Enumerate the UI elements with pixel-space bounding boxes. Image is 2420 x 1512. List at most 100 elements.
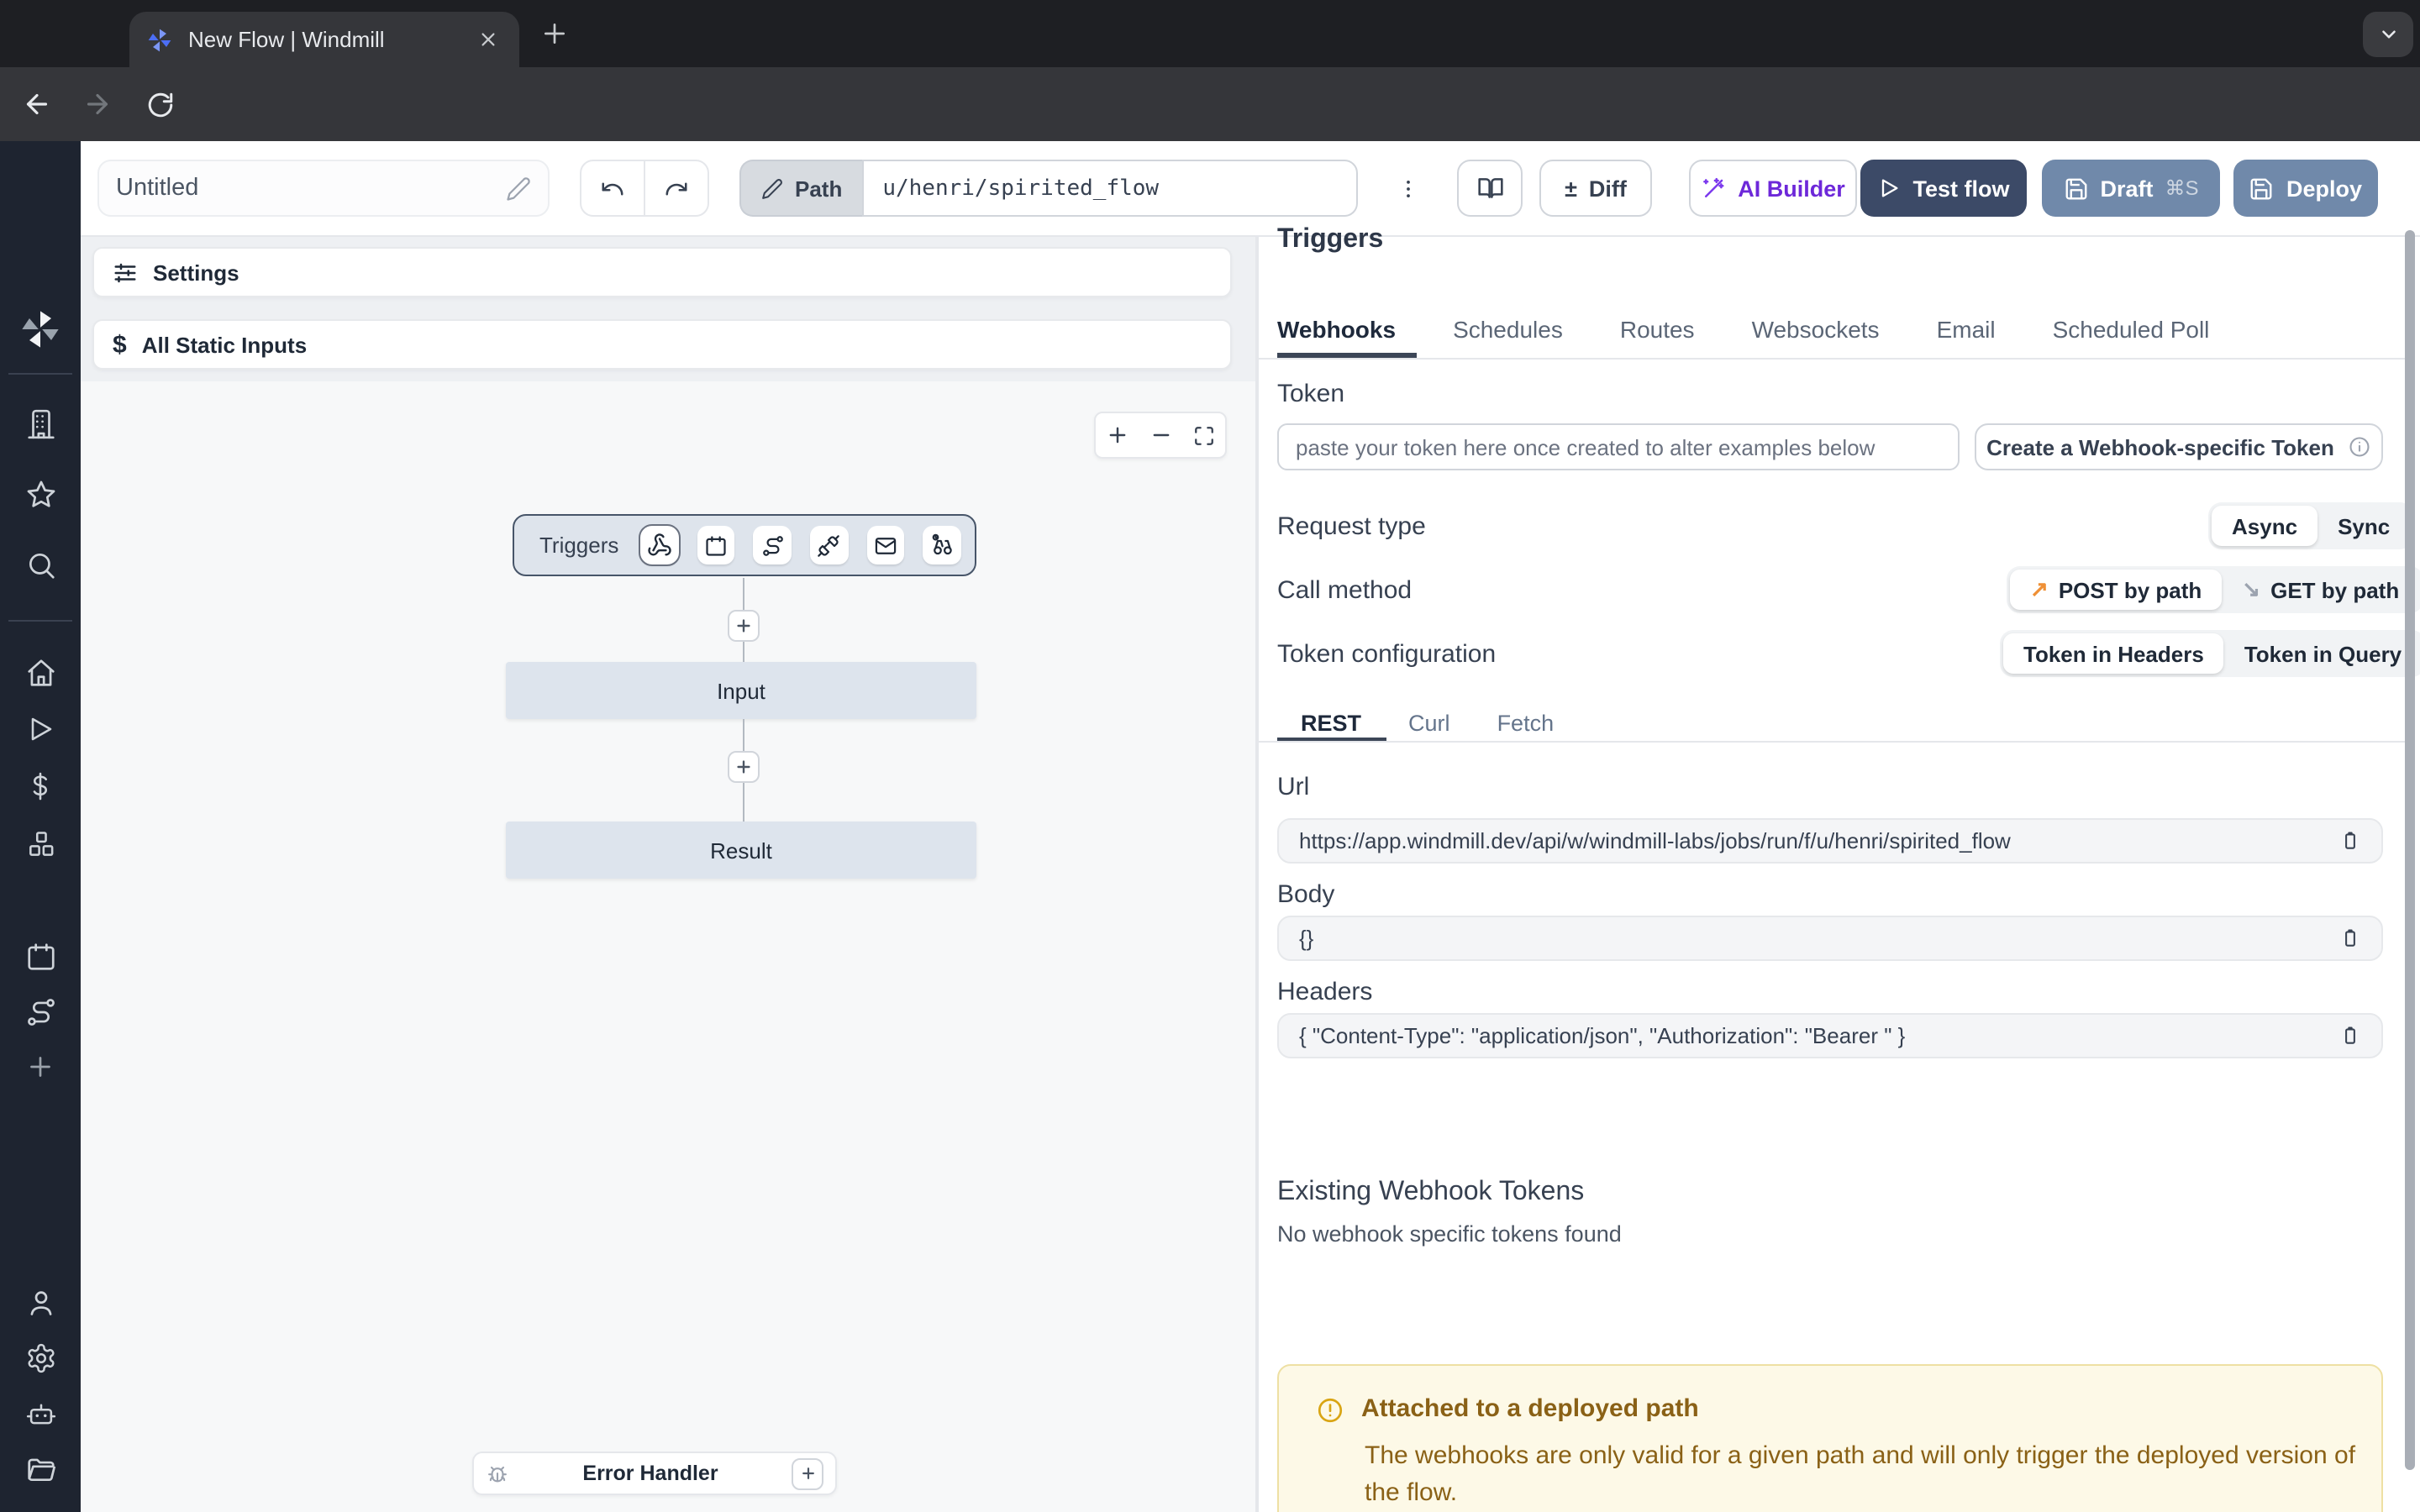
sidebar-item-runs[interactable] — [0, 704, 81, 754]
email-trigger-icon[interactable] — [866, 526, 904, 564]
windmill-logo[interactable] — [0, 304, 81, 354]
scrollbar-thumb[interactable] — [2405, 230, 2415, 1470]
sidebar-item-folders[interactable] — [0, 1443, 81, 1494]
call-method-post[interactable]: ↗ POST by path — [2010, 570, 2222, 610]
tab-schedules[interactable]: Schedules — [1453, 316, 1563, 343]
flow-name-text: Untitled — [116, 175, 198, 202]
back-icon[interactable] — [18, 86, 55, 123]
tab-title: New Flow | Windmill — [188, 27, 472, 52]
tab-scheduled-poll[interactable]: Scheduled Poll — [2053, 316, 2210, 343]
flow-graph-canvas[interactable]: Triggers Input — [81, 381, 1257, 1512]
browser-tab-strip: New Flow | Windmill — [0, 0, 2420, 67]
result-node[interactable]: Result — [506, 822, 976, 879]
headers-value-field[interactable]: { "Content-Type": "application/json", "A… — [1277, 1013, 2383, 1058]
browser-tab[interactable]: New Flow | Windmill — [129, 12, 519, 67]
arrow-down-right-icon: ↘ — [2242, 576, 2260, 603]
scheduled-poll-trigger-icon[interactable] — [923, 526, 961, 564]
home-icon — [24, 656, 56, 688]
edit-pencil-icon[interactable] — [506, 176, 531, 201]
route-trigger-icon[interactable] — [754, 526, 792, 564]
diff-button[interactable]: ± Diff — [1539, 160, 1652, 217]
add-step-button[interactable] — [728, 610, 760, 642]
sidebar-item-settings[interactable] — [0, 1332, 81, 1383]
trigger-tabs: Webhooks Schedules Routes Websockets Ema… — [1277, 316, 2209, 343]
sidebar-item-more[interactable] — [0, 1042, 81, 1092]
copy-icon[interactable] — [2339, 830, 2361, 852]
path-label-text: Path — [795, 176, 842, 201]
diff-label: Diff — [1589, 176, 1627, 201]
sidebar-item-search[interactable] — [0, 539, 81, 590]
tab-email[interactable]: Email — [1937, 316, 1996, 343]
call-method-get[interactable]: ↘ GET by path — [2222, 570, 2419, 610]
token-input[interactable] — [1277, 423, 1960, 470]
tab-search-chevron-icon[interactable] — [2363, 12, 2413, 57]
tab-rest[interactable]: REST — [1277, 711, 1385, 753]
sidebar-item-workspace[interactable] — [0, 398, 81, 449]
divider — [1259, 358, 2407, 360]
dollar-icon — [25, 771, 55, 801]
sidebar-item-variables[interactable] — [0, 761, 81, 811]
request-type-async[interactable]: Async — [2212, 506, 2317, 546]
tab-webhooks[interactable]: Webhooks — [1277, 316, 1396, 343]
boxes-icon — [24, 827, 56, 859]
schedule-trigger-icon[interactable] — [697, 526, 735, 564]
tab-close-icon[interactable] — [472, 24, 502, 55]
warning-text: The webhooks are only valid for a given … — [1365, 1438, 2360, 1512]
fit-view-icon[interactable] — [1182, 413, 1225, 457]
draft-button[interactable]: Draft ⌘S — [2042, 160, 2220, 217]
sidebar-item-users[interactable] — [0, 1277, 81, 1327]
websocket-trigger-icon[interactable] — [810, 526, 848, 564]
tab-curl[interactable]: Curl — [1385, 711, 1474, 753]
new-tab-icon[interactable] — [541, 20, 568, 47]
input-node[interactable]: Input — [506, 662, 976, 719]
star-icon — [24, 478, 56, 510]
sidebar-item-favorites[interactable] — [0, 469, 81, 519]
divider — [8, 620, 72, 622]
zoom-out-icon[interactable] — [1139, 413, 1181, 457]
copy-icon[interactable] — [2339, 1025, 2361, 1047]
sidebar-item-routes[interactable] — [0, 986, 81, 1037]
tab-websockets[interactable]: Websockets — [1752, 316, 1880, 343]
tab-routes[interactable]: Routes — [1620, 316, 1695, 343]
flow-name-input[interactable]: Untitled — [97, 160, 550, 217]
settings-card[interactable]: Settings — [92, 247, 1232, 297]
create-webhook-token-button[interactable]: Create a Webhook-specific Token — [1975, 423, 2383, 470]
copy-icon[interactable] — [2339, 927, 2361, 949]
graph-edge — [743, 719, 744, 751]
token-in-headers[interactable]: Token in Headers — [2003, 633, 2224, 674]
sidebar-item-schedules[interactable] — [0, 931, 81, 981]
bug-icon — [486, 1462, 509, 1485]
body-value-field[interactable]: {} — [1277, 916, 2383, 961]
zoom-in-icon[interactable] — [1096, 413, 1139, 457]
draft-shortcut: ⌘S — [2165, 176, 2199, 200]
ai-builder-button[interactable]: AI Builder — [1689, 160, 1857, 217]
forward-icon[interactable] — [79, 86, 116, 123]
save-icon — [2249, 176, 2275, 201]
folder-icon — [24, 1452, 56, 1484]
token-in-query[interactable]: Token in Query — [2224, 633, 2420, 674]
sidebar-item-workers[interactable] — [0, 1388, 81, 1438]
test-flow-button[interactable]: Test flow — [1860, 160, 2027, 217]
sidebar-item-audit-logs[interactable] — [0, 1499, 81, 1512]
error-handler-node[interactable]: Error Handler — [472, 1452, 837, 1495]
static-inputs-card[interactable]: $ All Static Inputs — [92, 319, 1232, 370]
token-label: Token — [1277, 380, 1344, 408]
reload-icon[interactable] — [141, 86, 178, 123]
path-value-input[interactable]: u/henri/spirited_flow — [862, 160, 1358, 217]
request-type-sync[interactable]: Sync — [2317, 506, 2410, 546]
tab-fetch[interactable]: Fetch — [1474, 711, 1578, 753]
add-step-button[interactable] — [728, 751, 760, 783]
sidebar-item-resources[interactable] — [0, 818, 81, 869]
deploy-button[interactable]: Deploy — [2233, 160, 2378, 217]
triggers-node[interactable]: Triggers — [513, 514, 976, 576]
undo-button[interactable] — [581, 161, 645, 215]
edit-pencil-icon — [761, 177, 783, 199]
add-error-handler-button[interactable] — [792, 1457, 823, 1489]
docs-button[interactable] — [1457, 160, 1523, 217]
path-label-segment[interactable]: Path — [739, 160, 862, 217]
redo-button[interactable] — [645, 161, 708, 215]
sidebar-item-home[interactable] — [0, 647, 81, 697]
more-options-icon[interactable] — [1397, 168, 1420, 208]
url-value-field[interactable]: https://app.windmill.dev/api/w/windmill-… — [1277, 818, 2383, 864]
webhook-trigger-icon[interactable] — [640, 526, 678, 564]
